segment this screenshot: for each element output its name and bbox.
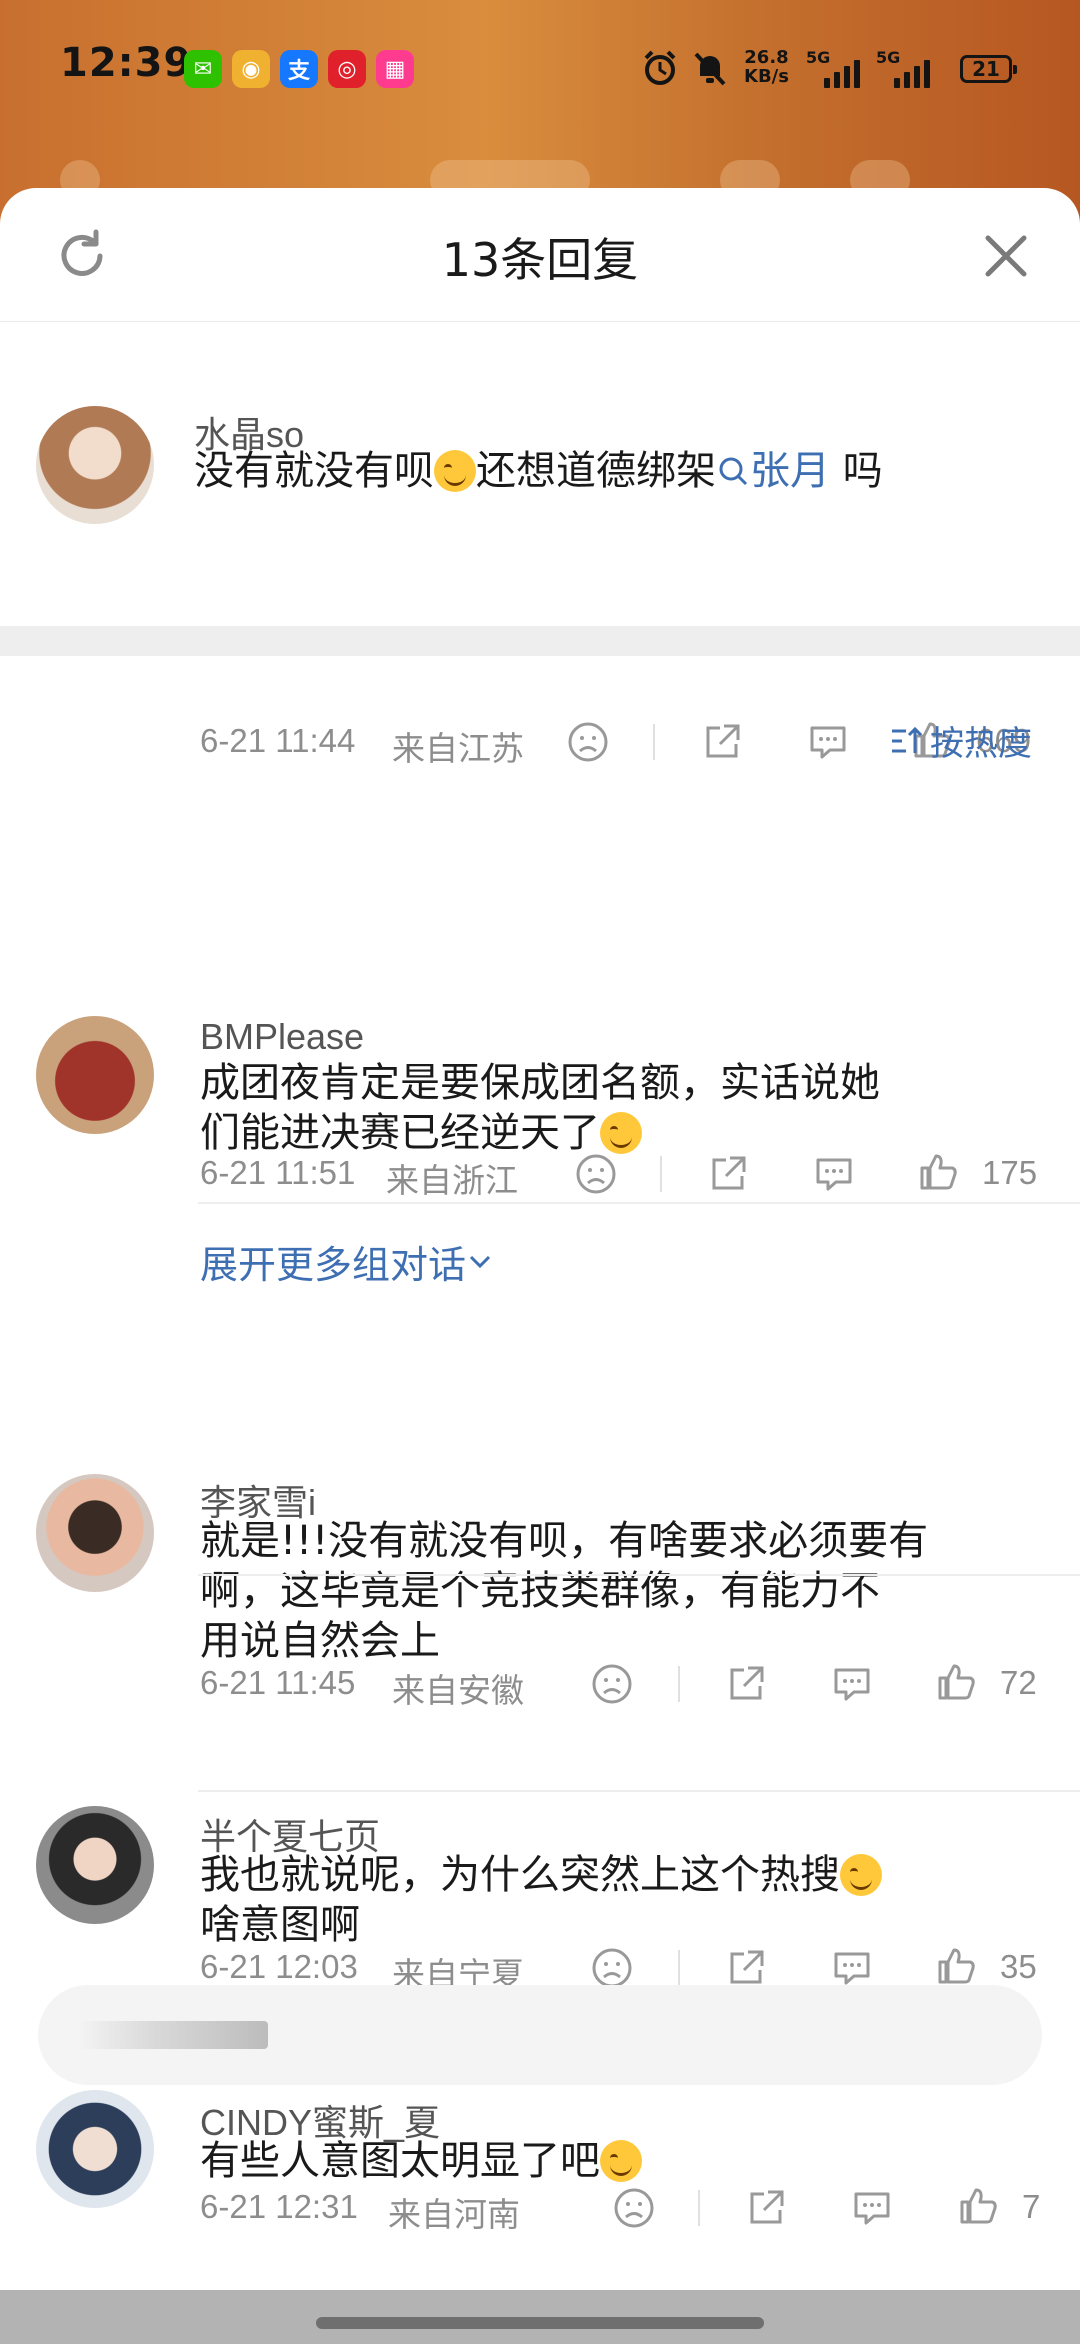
sheet-title: 13条回复 — [441, 233, 639, 287]
share-icon[interactable] — [700, 720, 744, 764]
comment-line: 就是!!!没有就没有呗，有啥要求必须要有 — [200, 1518, 929, 1564]
comment-line: 用说自然会上 — [200, 1618, 440, 1664]
comment-icon[interactable] — [850, 2186, 894, 2230]
dislike-face-icon[interactable] — [574, 1152, 618, 1196]
reply-input[interactable] — [38, 1985, 1042, 2085]
laugh-cry-emoji-icon — [600, 2140, 642, 2182]
section-divider — [0, 626, 1080, 656]
smirk-emoji-icon — [434, 450, 476, 492]
battery-indicator: 21 — [960, 55, 1017, 83]
signal-2-icon: 5G — [876, 48, 940, 88]
chevron-down-icon — [469, 1255, 491, 1269]
avatar[interactable] — [36, 1474, 154, 1592]
dislike-face-icon[interactable] — [590, 1662, 634, 1706]
expand-label: 展开更多组对话 — [200, 1243, 467, 1287]
wechat-icon: ✉ — [184, 50, 222, 88]
avatar[interactable] — [36, 2090, 154, 2208]
comment-text-part: 吗 — [830, 448, 883, 494]
close-icon[interactable] — [976, 226, 1036, 286]
comment-line: 我也就说呢，为什么突然上这个热搜 — [200, 1852, 840, 1898]
like-count: 175 — [982, 1154, 1038, 1191]
mention-link[interactable]: 张月 — [716, 448, 830, 494]
expand-conversation-link[interactable]: 展开更多组对话 — [200, 1234, 494, 1289]
comment-text: 我也就说呢，为什么突然上这个热搜 啥意图啊 — [200, 1850, 882, 1950]
mute-bell-icon — [694, 52, 726, 86]
home-indicator[interactable] — [316, 2317, 764, 2329]
weibo-icon: ◉ — [232, 50, 270, 88]
laugh-cry-emoji-icon — [600, 1112, 642, 1154]
sort-icon — [892, 726, 923, 753]
like-icon[interactable] — [916, 1150, 960, 1194]
avatar[interactable] — [36, 1806, 154, 1924]
search-icon — [719, 457, 748, 486]
comment-location: 来自江苏 — [392, 730, 524, 767]
comment-date: 6-21 12:03 — [200, 1948, 358, 1985]
status-bar: 12:39 ✉ ◉ 支 ◎ ▦ 26.8 KB/s 5G 5G 21 — [0, 0, 1080, 140]
comment-line: 成团夜肯定是要保成团名额，实话说她 — [200, 1060, 880, 1106]
comment-date: 6-21 11:51 — [200, 1154, 356, 1191]
comment-text: 没有就没有呗 还想道德绑架 张月 吗 — [194, 446, 883, 496]
comment-text-part: 没有就没有呗 — [194, 448, 434, 494]
like-count: 7 — [1022, 2188, 1041, 2225]
like-icon[interactable] — [934, 1944, 978, 1988]
status-time: 12:39 — [60, 40, 193, 86]
comment-icon[interactable] — [830, 1662, 874, 1706]
sort-label: 按热度 — [930, 724, 1032, 764]
comment-line: 们能进决赛已经逆天了 — [200, 1110, 600, 1156]
dislike-face-icon[interactable] — [566, 720, 610, 764]
separator — [660, 1156, 662, 1192]
username[interactable]: BMPlease — [200, 1016, 364, 1058]
separator — [678, 1950, 680, 1986]
comment-date: 6-21 11:45 — [200, 1664, 356, 1701]
comment-location: 来自河南 — [388, 2196, 520, 2233]
comment-text: 成团夜肯定是要保成团名额，实话说她 们能进决赛已经逆天了 — [200, 1058, 880, 1158]
like-count: 72 — [1000, 1664, 1037, 1701]
like-icon[interactable] — [934, 1660, 978, 1704]
laugh-cry-emoji-icon — [840, 1854, 882, 1896]
avatar[interactable] — [36, 406, 154, 524]
comment-icon[interactable] — [812, 1152, 856, 1196]
comment-text-part: 还想道德绑架 — [476, 448, 716, 494]
share-icon[interactable] — [724, 1662, 768, 1706]
share-icon[interactable] — [706, 1152, 750, 1196]
netease-music-icon: ◎ — [328, 50, 366, 88]
divider — [198, 1574, 1080, 1576]
mention-name: 张月 — [750, 448, 830, 494]
divider — [198, 1790, 1080, 1792]
comment-icon[interactable] — [830, 1946, 874, 1990]
alipay-icon: 支 — [280, 50, 318, 88]
comment-line: 啥意图啊 — [200, 1902, 360, 1948]
comment-text: 就是!!!没有就没有呗，有啥要求必须要有 啊，这毕竟是个竞技类群像，有能力不 用… — [200, 1516, 928, 1666]
sort-by-hot-button[interactable]: 按热度 — [888, 716, 1032, 765]
app-icon-pink: ▦ — [376, 50, 414, 88]
separator — [698, 2190, 700, 2226]
alarm-icon — [644, 50, 676, 85]
comment-date: 6-21 11:44 — [200, 722, 356, 759]
network-speed-value: 26.8 — [744, 47, 789, 68]
network-speed: 26.8 KB/s — [744, 48, 789, 86]
comment-location: 来自浙江 — [386, 1162, 518, 1199]
share-icon[interactable] — [724, 1946, 768, 1990]
share-icon[interactable] — [744, 2186, 788, 2230]
separator — [678, 1666, 680, 1702]
comment-icon[interactable] — [806, 720, 850, 764]
divider — [198, 1202, 1080, 1204]
like-count: 35 — [1000, 1948, 1037, 1985]
reply-input-placeholder — [78, 2021, 268, 2049]
sheet-header: 13条回复 — [0, 188, 1080, 322]
network-speed-unit: KB/s — [744, 66, 789, 87]
comment-line: 有些人意图太明显了吧 — [200, 2138, 600, 2184]
comment-text: 有些人意图太明显了吧 — [200, 2136, 642, 2186]
avatar[interactable] — [36, 1016, 154, 1134]
comment-date: 6-21 12:31 — [200, 2188, 358, 2225]
comment-location: 来自安徽 — [392, 1672, 524, 1709]
like-icon[interactable] — [956, 2184, 1000, 2228]
separator — [653, 724, 655, 760]
signal-1-icon: 5G — [806, 48, 870, 88]
dislike-face-icon[interactable] — [612, 2186, 656, 2230]
dislike-face-icon[interactable] — [590, 1946, 634, 1990]
